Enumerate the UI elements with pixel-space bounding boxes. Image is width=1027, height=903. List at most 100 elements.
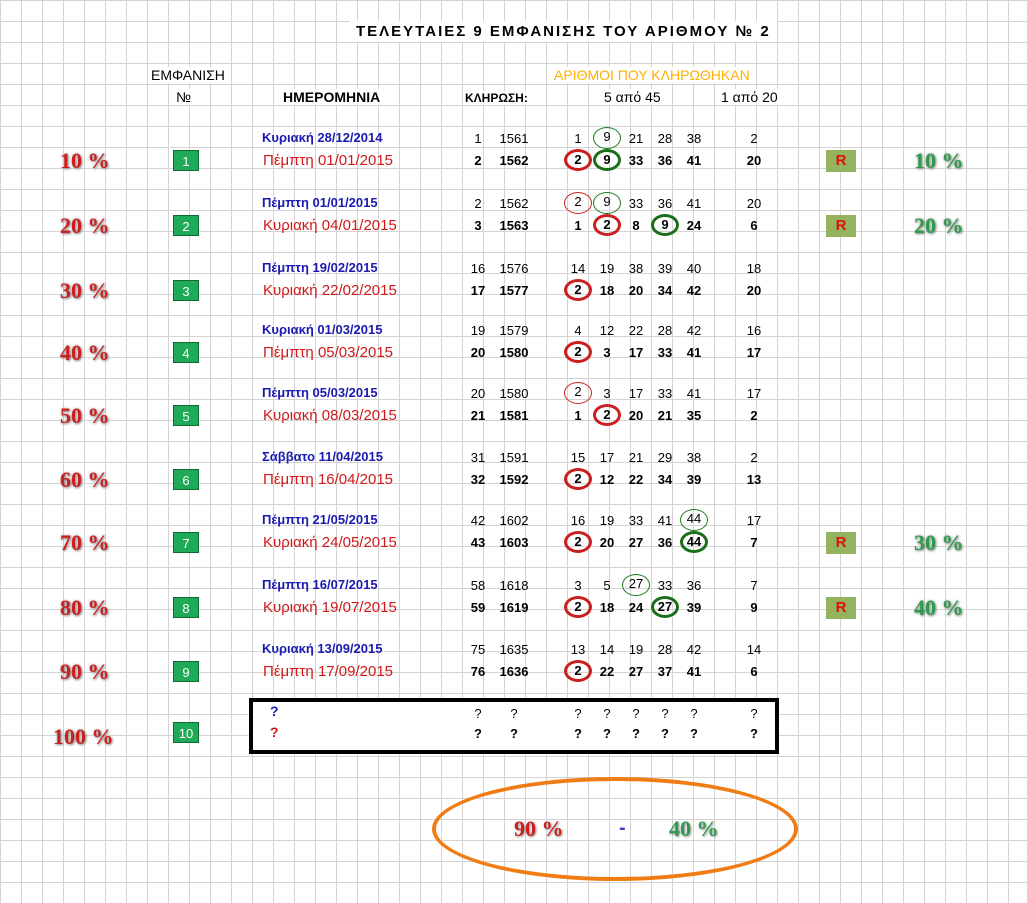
draw-index: 16 (470, 261, 486, 276)
drawn-number: 2 (564, 149, 592, 171)
date-appearance: Κυριακή 19/07/2015 (263, 599, 397, 616)
drawn-number: 28 (657, 131, 673, 146)
drawn-number: 1 (574, 131, 582, 146)
drawn-number: 1 (574, 408, 582, 423)
drawn-number: 9 (651, 214, 679, 236)
drawn-number: 14 (599, 642, 615, 657)
appearance-badge: 6 (173, 469, 199, 490)
bonus-number: 18 (746, 261, 762, 276)
date-appearance: Κυριακή 08/03/2015 (263, 407, 397, 424)
bonus-number: 9 (750, 600, 758, 615)
summary-right-percent: 40 % (669, 816, 719, 841)
unknown-number: ? (690, 706, 698, 721)
percent-left: 70 % (60, 530, 110, 555)
bonus-number: 20 (746, 283, 762, 298)
drawn-number: 33 (628, 513, 644, 528)
appearance-badge: 9 (173, 661, 199, 682)
draw-index: 3 (474, 218, 482, 233)
drawn-number: 24 (686, 218, 702, 233)
percent-left: 90 % (60, 659, 110, 684)
drawn-number: 36 (657, 196, 673, 211)
draw-number: 1580 (499, 386, 529, 401)
date-appearance: Κυριακή 24/05/2015 (263, 534, 397, 551)
unknown-number: ? (603, 706, 611, 721)
unknown-number: ? (510, 726, 518, 741)
drawn-number: 27 (628, 535, 644, 550)
date-previous: Πέμπτη 19/02/2015 (262, 260, 378, 275)
drawn-number: 33 (657, 386, 673, 401)
drawn-number: 33 (628, 153, 644, 168)
date-previous: Κυριακή 28/12/2014 (262, 130, 383, 145)
draw-index: 32 (470, 472, 486, 487)
drawn-number: 41 (686, 386, 702, 401)
drawn-number: 38 (628, 261, 644, 276)
r-marker: R (826, 215, 856, 237)
bonus-number: 17 (746, 386, 762, 401)
bonus-number: 20 (746, 153, 762, 168)
date-appearance: Κυριακή 22/02/2015 (263, 282, 397, 299)
draw-index: 1 (474, 131, 482, 146)
drawn-number: 1 (574, 218, 582, 233)
draw-index: 42 (470, 513, 486, 528)
appearance-badge-10: 10 (173, 722, 199, 743)
drawn-number: 33 (628, 196, 644, 211)
date-appearance: Κυριακή 04/01/2015 (263, 217, 397, 234)
draw-index: 31 (470, 450, 486, 465)
summary-left-percent: 90 % (514, 816, 564, 841)
drawn-number: 3 (603, 386, 611, 401)
drawn-number: 5 (603, 578, 611, 593)
percent-right: 30 % (914, 530, 964, 555)
date-previous: Πέμπτη 01/01/2015 (262, 195, 378, 210)
r-marker: R (826, 150, 856, 172)
draw-number: 1618 (499, 578, 529, 593)
drawn-number: 21 (628, 131, 644, 146)
drawn-number: 33 (657, 345, 673, 360)
header-emfanisi: ΕΜΦΑΝΙΣΗ (151, 67, 225, 83)
drawn-number: 41 (686, 153, 702, 168)
bonus-number: 6 (750, 664, 758, 679)
unknown-number: ? (474, 726, 482, 741)
drawn-number: 41 (686, 664, 702, 679)
drawn-number: 29 (657, 450, 673, 465)
r-marker: R (826, 532, 856, 554)
bonus-number: 6 (750, 218, 758, 233)
drawn-number: 39 (686, 472, 702, 487)
drawn-number: 34 (657, 283, 673, 298)
drawn-number: 2 (593, 404, 621, 426)
future-percent-left: 100 % (53, 724, 114, 749)
bonus-number: 7 (750, 578, 758, 593)
unknown-number: ? (661, 726, 669, 741)
drawn-number: 17 (628, 386, 644, 401)
unknown-number: ? (574, 726, 582, 741)
drawn-number: 9 (593, 192, 621, 214)
drawn-number: 42 (686, 642, 702, 657)
draw-number: 1619 (499, 600, 529, 615)
percent-left: 60 % (60, 467, 110, 492)
bonus-number: 2 (750, 450, 758, 465)
draw-index: 2 (474, 196, 482, 211)
unknown-number: ? (632, 706, 640, 721)
drawn-number: 3 (603, 345, 611, 360)
drawn-number: 2 (564, 468, 592, 490)
bonus-number: 20 (746, 196, 762, 211)
appearance-badge: 4 (173, 342, 199, 363)
date-appearance: Πέμπτη 17/09/2015 (263, 663, 394, 680)
date-previous: Πέμπτη 05/03/2015 (262, 385, 378, 400)
draw-number: 1580 (499, 345, 529, 360)
drawn-number: 19 (599, 513, 615, 528)
draw-number: 1602 (499, 513, 529, 528)
draw-index: 19 (470, 323, 486, 338)
bonus-number: 2 (750, 131, 758, 146)
drawn-number: 38 (686, 450, 702, 465)
date-previous: Σάββατο 11/04/2015 (262, 449, 383, 464)
drawn-number: 8 (632, 218, 640, 233)
date-previous: Κυριακή 13/09/2015 (262, 641, 383, 656)
summary-dash: - (619, 817, 626, 839)
summary-ellipse (432, 777, 798, 881)
header-5-of-45: 5 από 45 (604, 89, 661, 105)
drawn-number: 27 (628, 664, 644, 679)
draw-number: 1635 (499, 642, 529, 657)
drawn-number: 14 (570, 261, 586, 276)
drawn-number: 22 (628, 323, 644, 338)
bonus-number: 7 (750, 535, 758, 550)
